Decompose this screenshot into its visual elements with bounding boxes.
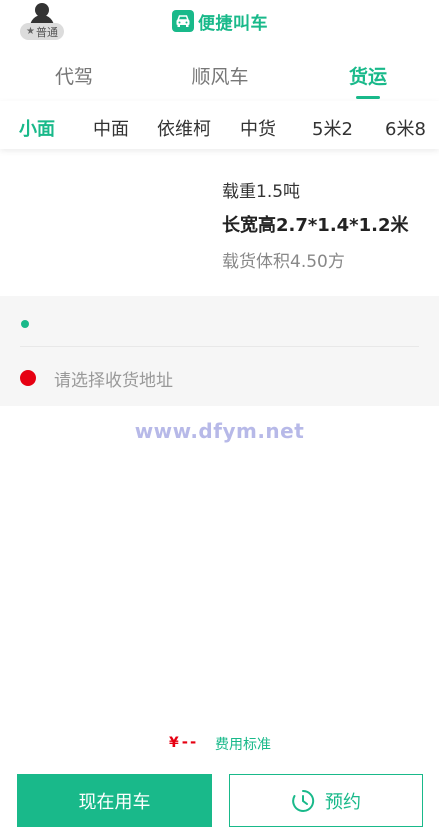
vehicle-tab-zhongmian[interactable]: 中面 xyxy=(93,115,129,141)
pickup-dot-icon xyxy=(21,320,29,328)
price-estimate: ¥ -- xyxy=(169,733,198,751)
member-badge-label: 普通 xyxy=(35,25,58,39)
vehicle-tab-xiaomian[interactable]: 小面 xyxy=(19,115,55,141)
member-badge: ★ 普通 xyxy=(20,23,64,40)
app-screen: ★ 普通 便捷叫车 代驾 顺风车 货运 小面 中面 依维柯 中货 5米2 6米8… xyxy=(0,0,439,833)
star-icon: ★ xyxy=(26,26,35,37)
fee-standard-link[interactable]: 费用标准 xyxy=(215,734,271,754)
dropoff-dot-icon xyxy=(20,370,36,386)
brand: 便捷叫车 xyxy=(172,9,268,34)
cargo-volume: 载货体积4.50方 xyxy=(222,252,345,272)
address-divider xyxy=(20,346,419,347)
tab-daijia[interactable]: 代驾 xyxy=(14,62,134,89)
vehicle-tab-yiweike[interactable]: 依维柯 xyxy=(157,115,211,141)
address-panel: 请选择收货地址 xyxy=(0,296,439,406)
active-tab-indicator xyxy=(356,96,380,99)
vehicle-dimensions: 长宽高2.7*1.4*1.2米 xyxy=(222,215,409,236)
reserve-button[interactable]: 预约 xyxy=(229,774,423,827)
reserve-label: 预约 xyxy=(325,791,361,813)
dropoff-address-field[interactable]: 请选择收货地址 xyxy=(54,366,173,391)
call-now-button[interactable]: 现在用车 xyxy=(17,774,212,827)
price-value: -- xyxy=(181,733,199,751)
brand-title: 便捷叫车 xyxy=(198,13,268,34)
header: ★ 普通 便捷叫车 xyxy=(0,0,439,44)
service-tabs: 代驾 顺风车 货运 xyxy=(0,52,439,100)
user-avatar[interactable]: ★ 普通 xyxy=(20,3,64,40)
call-now-label: 现在用车 xyxy=(78,791,151,813)
car-logo-icon xyxy=(172,10,194,32)
vehicle-tab-5m2[interactable]: 5米2 xyxy=(312,115,353,141)
currency-symbol: ¥ xyxy=(169,735,179,751)
pickup-address-field[interactable] xyxy=(40,304,419,344)
tab-shunfengche[interactable]: 顺风车 xyxy=(160,62,280,89)
vehicle-tab-6m8[interactable]: 6米8 xyxy=(385,115,426,141)
clock-icon xyxy=(292,789,315,812)
vehicle-tab-zhonghuo[interactable]: 中货 xyxy=(240,115,276,141)
load-weight: 载重1.5吨 xyxy=(222,182,301,202)
tab-huoyun[interactable]: 货运 xyxy=(308,62,428,89)
vehicle-type-tabs: 小面 中面 依维柯 中货 5米2 6米8 xyxy=(0,101,439,149)
watermark: www.dfym.net xyxy=(134,419,305,443)
